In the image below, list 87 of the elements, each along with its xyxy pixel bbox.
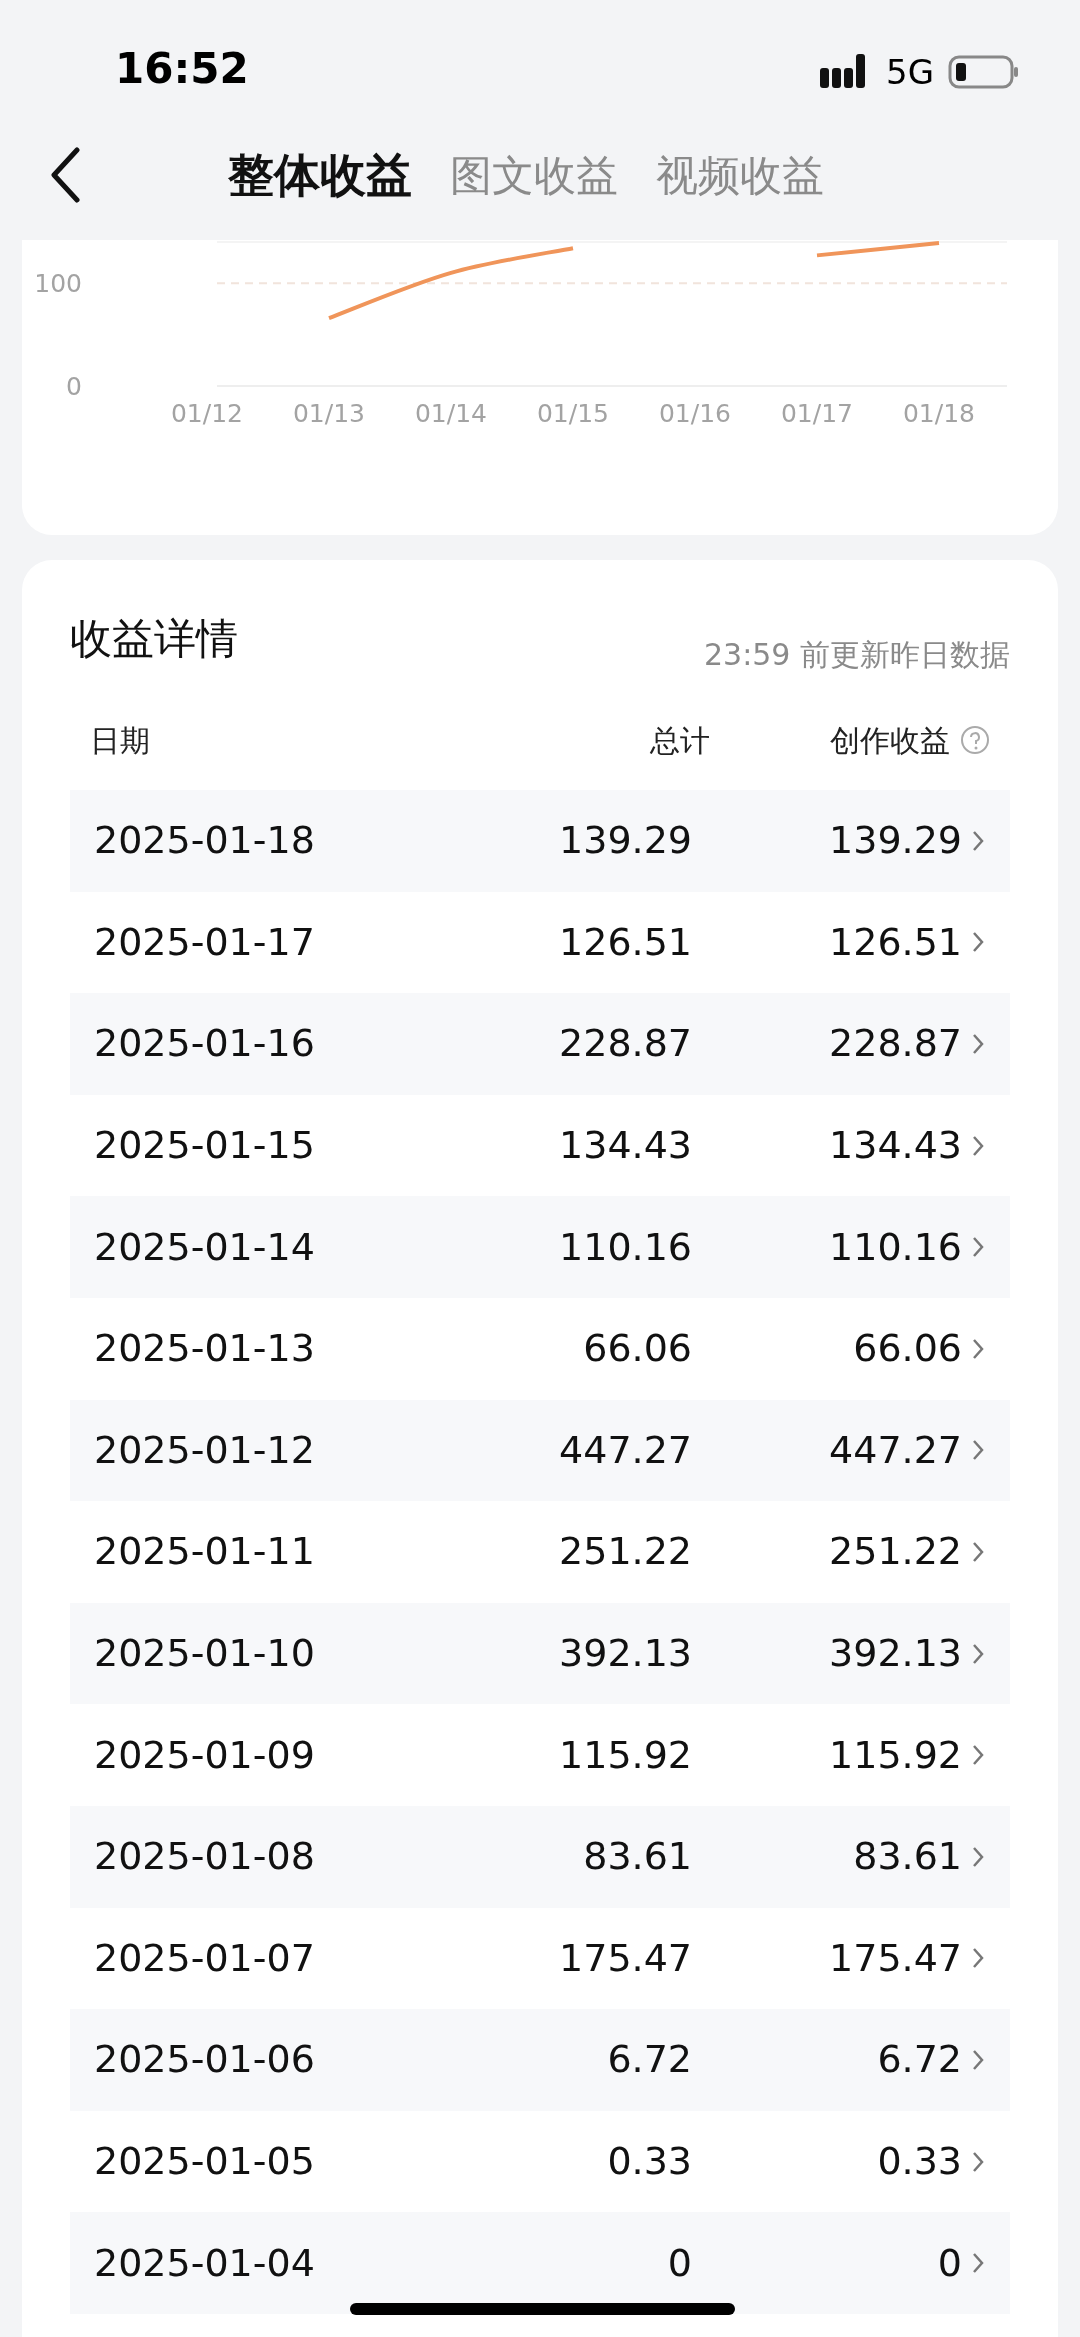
table-row[interactable]: 2025-01-06 6.72 6.72: [70, 2009, 1010, 2111]
total-cell-text: 175.47: [558, 1934, 692, 1982]
chevron-right-icon: [972, 1947, 984, 1970]
chevron-right-icon: [972, 1337, 984, 1360]
y-tick-label: 0: [66, 372, 82, 401]
table-row[interactable]: 2025-01-18 139.29 139.29: [70, 790, 1010, 892]
total-cell-text: 228.87: [558, 1020, 692, 1068]
chevron-right-icon: [972, 1439, 984, 1462]
chevron-right-icon: [972, 2048, 984, 2071]
x-tick-label: 01/16: [659, 399, 731, 428]
total-cell-text: 115.92: [558, 1731, 692, 1779]
chevron-right-icon: [972, 2150, 984, 2173]
x-tick-label: 01/13: [293, 399, 365, 428]
date-cell-text: 2025-01-13: [93, 1325, 316, 1373]
table-row[interactable]: 2025-01-12 447.27 447.27: [70, 1399, 1010, 1502]
section-title: 收益详情: [70, 618, 238, 665]
chevron-right-icon: [972, 1134, 984, 1157]
chevron-right-icon: [972, 1236, 984, 1259]
y-tick-label: 100: [34, 269, 82, 299]
total-cell-text: 251.22: [558, 1528, 692, 1576]
date-cell-text: 2025-01-18: [93, 817, 316, 865]
creation-cell-text: 175.47: [828, 1934, 962, 1982]
chevron-right-icon: [972, 1540, 984, 1563]
column-header: 日期: [89, 721, 151, 760]
x-tick-label: 01/18: [903, 399, 975, 428]
update-note: 23:59 前更新昨日数据: [704, 640, 1010, 670]
chevron-right-icon: [972, 1845, 984, 1868]
table-row[interactable]: 2025-01-04 0 0: [70, 2212, 1010, 2314]
total-cell-text: 0: [666, 2239, 692, 2287]
creation-cell-text: 134.43: [828, 1122, 962, 1170]
total-cell-text: 110.16: [558, 1223, 692, 1271]
x-tick-label: 01/14: [415, 399, 487, 428]
creation-cell-text: 110.16: [828, 1223, 962, 1271]
battery-icon: [948, 54, 1020, 90]
table-row[interactable]: 2025-01-08 83.61 83.61: [70, 1805, 1010, 1908]
table-row[interactable]: 2025-01-10 392.13 392.13: [70, 1602, 1010, 1705]
creation-cell-text: 0.33: [876, 2138, 962, 2185]
creation-cell-text: 6.72: [876, 2036, 962, 2084]
status-time: 16:52: [115, 48, 249, 90]
creation-cell-text: 66.06: [852, 1325, 962, 1373]
total-cell-text: 447.27: [558, 1426, 692, 1474]
date-cell-text: 2025-01-06: [93, 2036, 316, 2084]
creation-cell-text: 392.13: [828, 1630, 962, 1678]
creation-cell-text: 83.61: [852, 1833, 962, 1881]
chevron-right-icon: [972, 931, 984, 954]
table-row[interactable]: 2025-01-14 110.16 110.16: [70, 1196, 1010, 1298]
x-tick-label: 01/15: [537, 399, 609, 428]
table-row[interactable]: 2025-01-16 228.87 228.87: [70, 993, 1010, 1095]
creation-cell-text: 228.87: [828, 1020, 962, 1068]
x-tick-label: 01/12: [171, 399, 243, 428]
creation-cell-text: 447.27: [828, 1426, 962, 1474]
chevron-right-icon: [972, 1744, 984, 1767]
creation-cell-text: 0: [936, 2239, 962, 2287]
total-cell-text: 392.13: [558, 1630, 692, 1678]
column-header: 创作收益: [830, 721, 950, 760]
chevron-right-icon: [972, 1033, 984, 1055]
x-tick-label: 01/17: [781, 399, 853, 428]
total-cell-text: 83.61: [582, 1833, 692, 1881]
date-cell-text: 2025-01-15: [93, 1122, 316, 1170]
back-icon: [50, 147, 80, 203]
total-cell-text: 6.72: [606, 2036, 692, 2084]
tab[interactable]: 整体收益: [228, 140, 412, 210]
date-cell-text: 2025-01-08: [93, 1833, 316, 1881]
date-cell-text: 2025-01-04: [93, 2239, 316, 2287]
date-cell-text: 2025-01-14: [93, 1223, 316, 1271]
total-cell-text: 0.33: [606, 2138, 692, 2185]
date-cell-text: 2025-01-12: [93, 1426, 316, 1474]
total-cell-text: 134.43: [558, 1122, 692, 1170]
total-cell-text: 139.29: [558, 817, 692, 865]
date-cell-text: 2025-01-10: [93, 1630, 316, 1678]
creation-cell-text: 139.29: [828, 817, 962, 865]
network-label: 5G: [886, 55, 934, 89]
date-cell-text: 2025-01-16: [93, 1020, 316, 1068]
date-cell-text: 2025-01-05: [93, 2138, 316, 2185]
date-cell-text: 2025-01-07: [93, 1934, 316, 1982]
creation-cell-text: 251.22: [828, 1528, 962, 1576]
total-cell-text: 66.06: [582, 1325, 692, 1373]
chevron-right-icon: [972, 1642, 984, 1665]
column-header: 总计: [650, 721, 710, 760]
date-cell-text: 2025-01-09: [93, 1731, 316, 1779]
date-cell-text: 2025-01-11: [93, 1528, 316, 1576]
chevron-right-icon: [972, 2252, 984, 2275]
creation-cell-text: 126.51: [828, 918, 962, 966]
total-cell-text: 126.51: [558, 918, 692, 966]
date-cell-text: 2025-01-17: [93, 918, 316, 966]
creation-cell-text: 115.92: [828, 1731, 962, 1779]
chevron-right-icon: [972, 829, 984, 852]
